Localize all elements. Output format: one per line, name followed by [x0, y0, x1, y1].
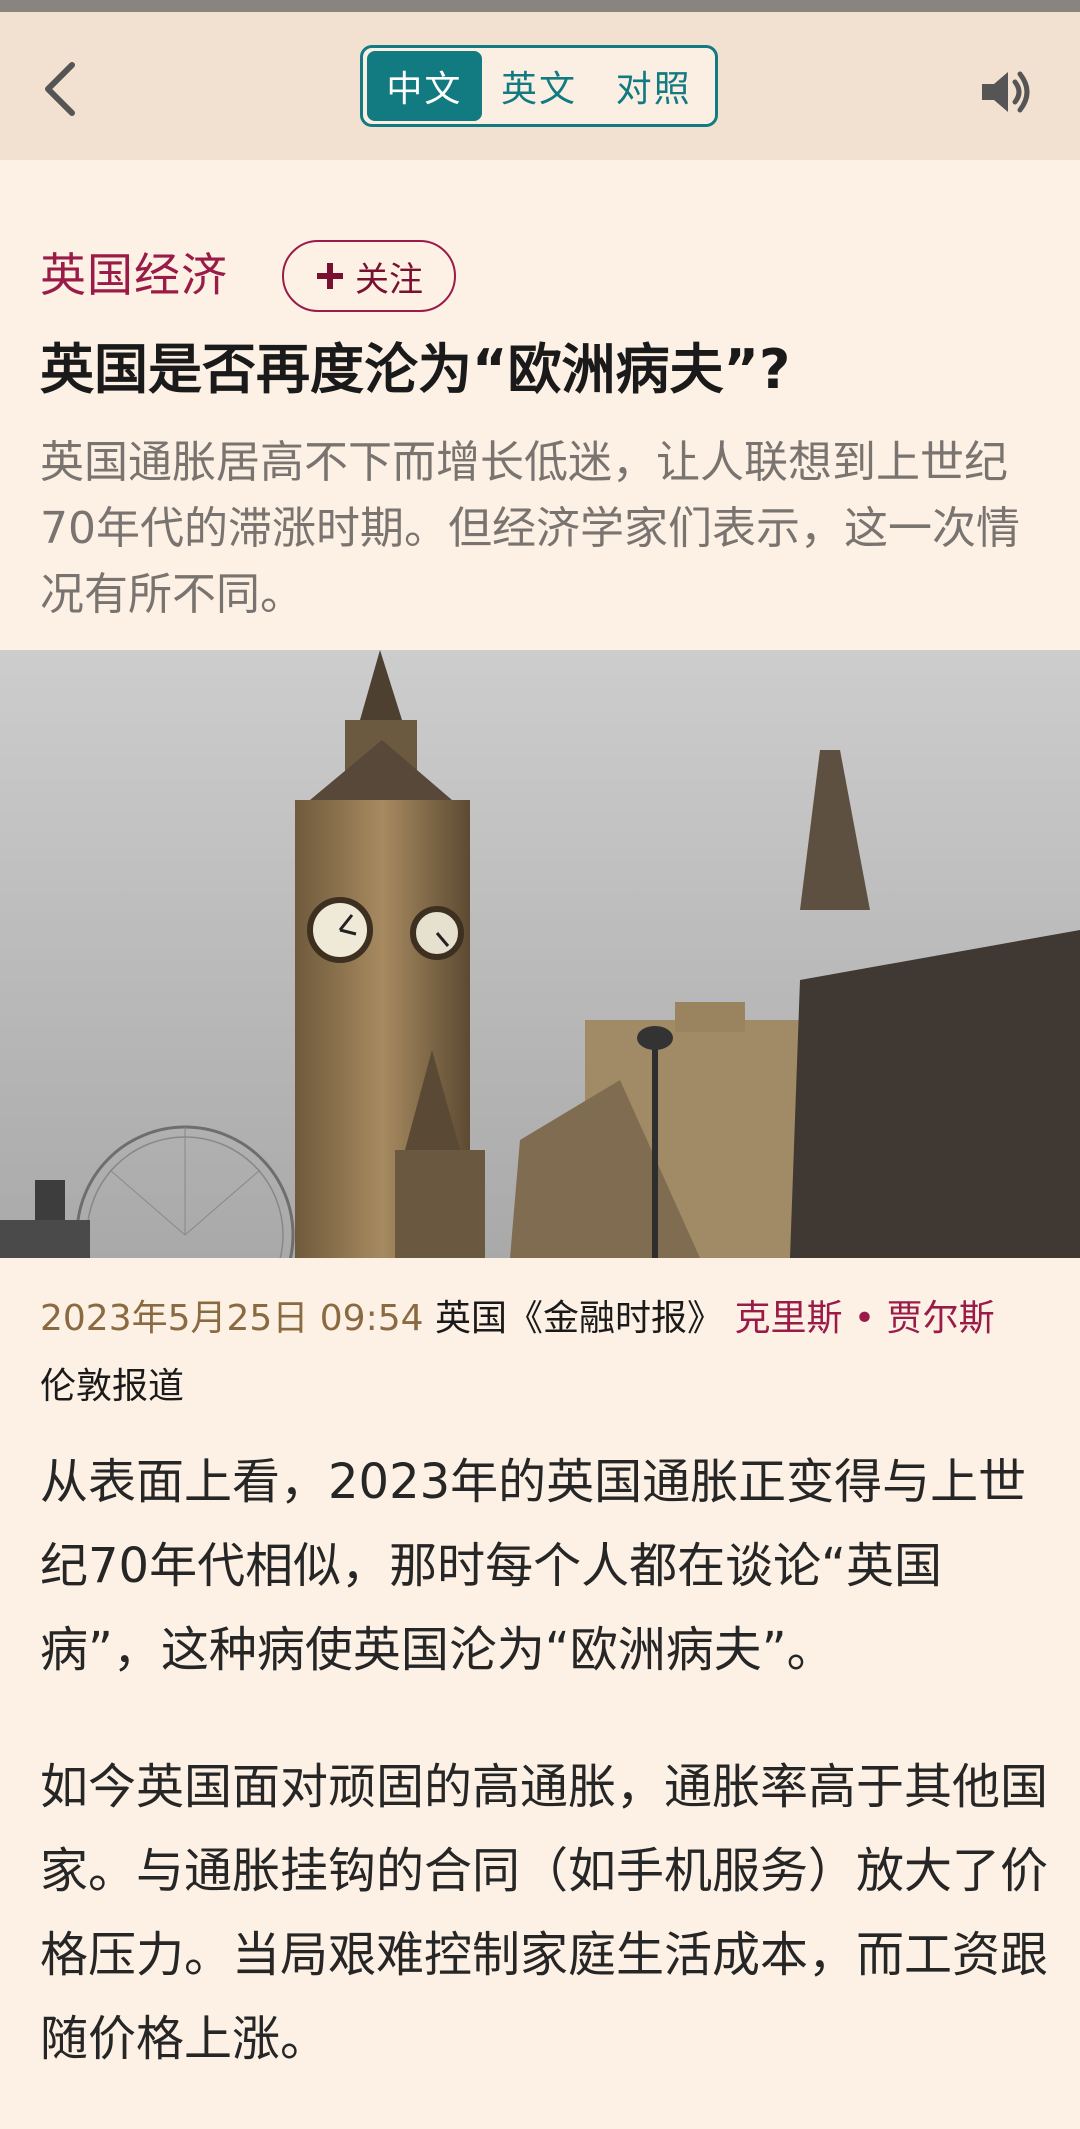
article-source: 英国《金融时报》 — [434, 1298, 723, 1339]
tab-bilingual[interactable]: 对照 — [596, 51, 711, 121]
audio-button[interactable] — [978, 64, 1038, 124]
follow-button[interactable]: 关注 — [282, 240, 456, 312]
big-ben-photo — [0, 650, 1080, 1258]
back-button[interactable] — [30, 54, 90, 124]
tab-chinese[interactable]: 中文 — [367, 51, 482, 121]
dateline-location: 伦敦报道 — [40, 1366, 185, 1407]
speaker-icon — [982, 71, 1030, 113]
language-toggle: 中文 英文 对照 — [360, 45, 718, 127]
publish-date: 2023年5月25日 09:54 — [40, 1298, 424, 1339]
body-paragraph: 从表面上看，2023年的英国通胀正变得与上世纪70年代相似，那时每个人都在谈论“… — [40, 1454, 1027, 1678]
section-label[interactable]: 英国经济 — [40, 245, 228, 305]
article-standfirst: 英国通胀居高不下而增长低迷，让人联想到上世纪70年代的滞涨时期。但经济学家们表示… — [40, 437, 1020, 620]
hero-image — [0, 650, 1080, 1258]
body-paragraph: 如今英国面对顽固的高通胀，通胀率高于其他国家。与通胀挂钩的合同（如手机服务）放大… — [40, 1759, 1049, 2067]
chevron-left-icon — [45, 62, 75, 116]
article-title: 英国是否再度沦为“欧洲病夫”? — [40, 338, 791, 401]
author-link[interactable]: 克里斯 • 贾尔斯 — [734, 1298, 994, 1339]
follow-label: 关注 — [355, 259, 423, 300]
status-strip — [0, 0, 1080, 12]
plus-icon — [317, 263, 343, 289]
tab-english[interactable]: 英文 — [482, 51, 597, 121]
article-meta: 2023年5月25日 09:54 英国《金融时报》 克里斯 • 贾尔斯 伦敦报道 — [40, 1285, 1050, 1421]
top-bar: 中文 英文 对照 — [0, 12, 1080, 160]
